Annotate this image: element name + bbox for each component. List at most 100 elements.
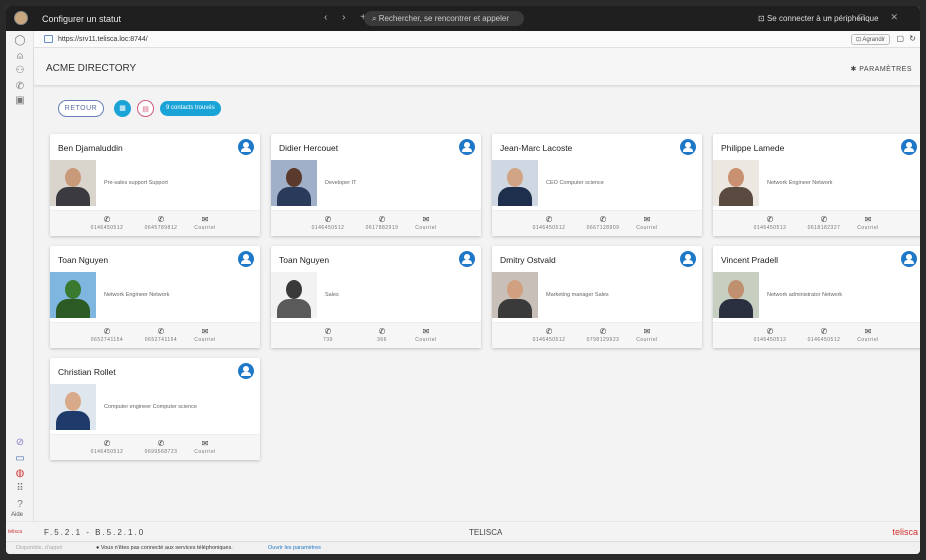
call-phone1-button[interactable]: ✆ 0146450512 bbox=[524, 326, 574, 343]
screen-icon[interactable]: ▭ bbox=[14, 453, 26, 465]
profile-icon[interactable] bbox=[459, 251, 475, 267]
globe-icon[interactable]: ◍ bbox=[14, 468, 26, 480]
profile-icon[interactable] bbox=[238, 139, 254, 155]
call-phone2-button[interactable]: ✆ 0667128909 bbox=[578, 214, 628, 231]
contact-card[interactable]: Christian Rollet Computer engineer Comput… bbox=[50, 358, 260, 460]
call-phone2-button[interactable]: ✆ 366 bbox=[357, 326, 407, 343]
contact-card[interactable]: Toan Nguyen Network Engineer Network ✆ 0652… bbox=[50, 246, 260, 348]
contact-card[interactable]: Philippe Lamede Network Engineer Network ✆… bbox=[713, 134, 920, 236]
contact-card[interactable]: Jean-Marc Lacoste CEO Computer science ✆ 01… bbox=[492, 134, 702, 236]
contact-photo bbox=[271, 272, 317, 318]
profile-icon[interactable] bbox=[238, 251, 254, 267]
contact-photo bbox=[271, 160, 317, 206]
email-label: Courriel bbox=[194, 225, 216, 231]
email-button[interactable]: ✉ Courriel bbox=[401, 326, 451, 343]
search-input[interactable]: ⌕ Rechercher, se rencontrer et appeler bbox=[364, 11, 524, 26]
email-button[interactable]: ✉ Courriel bbox=[401, 214, 451, 231]
help-label[interactable]: Aide bbox=[11, 512, 23, 518]
contact-name: Christian Rollet bbox=[58, 367, 116, 377]
phone1-value: 0146450512 bbox=[311, 225, 345, 231]
chat-icon[interactable]: ◯ bbox=[14, 35, 26, 47]
mobile-icon: ✆ bbox=[820, 327, 828, 336]
call-phone2-button[interactable]: ✆ 0699568723 bbox=[136, 438, 186, 455]
contact-actions: ✆ 0146450512 ✆ 0645789812 ✉ Courriel bbox=[50, 210, 260, 236]
email-button[interactable]: ✉ Courriel bbox=[843, 326, 893, 343]
window-icon[interactable]: ▢ bbox=[896, 34, 904, 43]
status-title[interactable]: Configurer un statut bbox=[42, 14, 121, 24]
attachment-icon[interactable]: ⊘ bbox=[14, 437, 26, 449]
gear-icon: ✱ bbox=[850, 66, 860, 73]
bell-icon[interactable]: ⍝ bbox=[14, 51, 26, 63]
call-phone1-button[interactable]: ✆ 0146450512 bbox=[82, 438, 132, 455]
profile-icon[interactable] bbox=[459, 139, 475, 155]
call-phone2-button[interactable]: ✆ 0146450512 bbox=[799, 326, 849, 343]
profile-icon[interactable] bbox=[680, 139, 696, 155]
call-phone2-button[interactable]: ✆ 0618182327 bbox=[799, 214, 849, 231]
phone2-value: 0645789812 bbox=[144, 225, 178, 231]
user-avatar[interactable] bbox=[14, 11, 28, 25]
mail-icon: ✉ bbox=[643, 215, 651, 224]
call-phone1-button[interactable]: ✆ 0146450512 bbox=[745, 214, 795, 231]
contact-card[interactable]: Toan Nguyen Sales ✆ 739 ✆ 366 ✉ Courriel bbox=[271, 246, 481, 348]
call-phone2-button[interactable]: ✆ 0798129923 bbox=[578, 326, 628, 343]
contact-photo bbox=[492, 272, 538, 318]
email-label: Courriel bbox=[415, 337, 437, 343]
call-phone1-button[interactable]: ✆ 0652741154 bbox=[82, 326, 132, 343]
settings-button[interactable]: ✱ PARAMÈTRES bbox=[850, 65, 912, 73]
profile-icon[interactable] bbox=[901, 139, 917, 155]
email-button[interactable]: ✉ Courriel bbox=[843, 214, 893, 231]
profile-icon[interactable] bbox=[901, 251, 917, 267]
call-phone1-button[interactable]: ✆ 0146450512 bbox=[303, 214, 353, 231]
contact-description: Developer IT bbox=[325, 180, 357, 186]
search-placeholder: Rechercher, se rencontrer et appeler bbox=[378, 14, 509, 23]
window-controls[interactable]: – □ ✕ bbox=[827, 12, 910, 23]
call-phone1-button[interactable]: ✆ 0146450512 bbox=[745, 326, 795, 343]
call-phone2-button[interactable]: ✆ 0617882919 bbox=[357, 214, 407, 231]
phone2-value: 0798129923 bbox=[586, 337, 620, 343]
call-phone1-button[interactable]: ✆ 0146450512 bbox=[82, 214, 132, 231]
contact-card[interactable]: Dmitry Ostvald Marketing manager Sales ✆ 01… bbox=[492, 246, 702, 348]
call-phone2-button[interactable]: ✆ 0645789812 bbox=[136, 214, 186, 231]
help-icon[interactable]: ? bbox=[14, 499, 26, 511]
email-label: Courriel bbox=[194, 337, 216, 343]
profile-icon[interactable] bbox=[680, 251, 696, 267]
url-text[interactable]: https://srv11.telisca.loc:8744/ bbox=[58, 36, 148, 43]
contact-icon[interactable]: ⚇ bbox=[14, 65, 26, 77]
contact-description: CEO Computer science bbox=[546, 180, 604, 186]
phone-icon: ✆ bbox=[103, 215, 111, 224]
phone1-value: 0146450512 bbox=[532, 337, 566, 343]
call-phone1-button[interactable]: ✆ 739 bbox=[303, 326, 353, 343]
profile-icon[interactable] bbox=[238, 363, 254, 379]
list-view-icon[interactable]: ▤ bbox=[137, 100, 154, 117]
email-button[interactable]: ✉ Courriel bbox=[180, 214, 230, 231]
zoom-button[interactable]: ⊡ Agrandir bbox=[850, 34, 890, 45]
call-phone1-button[interactable]: ✆ 0146450512 bbox=[524, 214, 574, 231]
phone2-value: 0618182327 bbox=[807, 225, 841, 231]
email-button[interactable]: ✉ Courriel bbox=[180, 438, 230, 455]
contact-card[interactable]: Ben Djamaluddin Pre-sales support Support… bbox=[50, 134, 260, 236]
email-button[interactable]: ✉ Courriel bbox=[622, 214, 672, 231]
contact-card[interactable]: Vincent Pradell Network administrator Net… bbox=[713, 246, 920, 348]
phone1-value: 739 bbox=[323, 337, 333, 343]
call-phone2-button[interactable]: ✆ 0652741154 bbox=[136, 326, 186, 343]
contact-actions: ✆ 739 ✆ 366 ✉ Courriel bbox=[271, 322, 481, 348]
contact-card[interactable]: Didier Hercouet Developer IT ✆ 0146450512 ✆ 0… bbox=[271, 134, 481, 236]
presence-status[interactable]: Disponible, d'appel bbox=[16, 545, 62, 551]
email-button[interactable]: ✉ Courriel bbox=[180, 326, 230, 343]
email-button[interactable]: ✉ Courriel bbox=[622, 326, 672, 343]
open-settings-link[interactable]: Ouvrir les paramètres bbox=[268, 545, 321, 551]
grid-view-icon[interactable]: ▦ bbox=[114, 100, 131, 117]
phone-icon[interactable]: ✆ bbox=[14, 81, 26, 93]
apps-icon[interactable]: ⠿ bbox=[14, 483, 26, 495]
phone1-value: 0652741154 bbox=[90, 337, 124, 343]
back-button[interactable]: RETOUR bbox=[58, 100, 104, 117]
phone2-value: 0667128909 bbox=[586, 225, 620, 231]
refresh-icon[interactable]: ↻ bbox=[909, 34, 916, 43]
email-label: Courriel bbox=[857, 337, 879, 343]
phone1-value: 0146450512 bbox=[90, 449, 124, 455]
calendar-icon[interactable]: ▣ bbox=[14, 95, 26, 107]
mobile-icon: ✆ bbox=[157, 327, 165, 336]
contact-name: Jean-Marc Lacoste bbox=[500, 143, 573, 153]
mobile-icon: ✆ bbox=[378, 327, 386, 336]
phone2-value: 0146450512 bbox=[807, 337, 841, 343]
